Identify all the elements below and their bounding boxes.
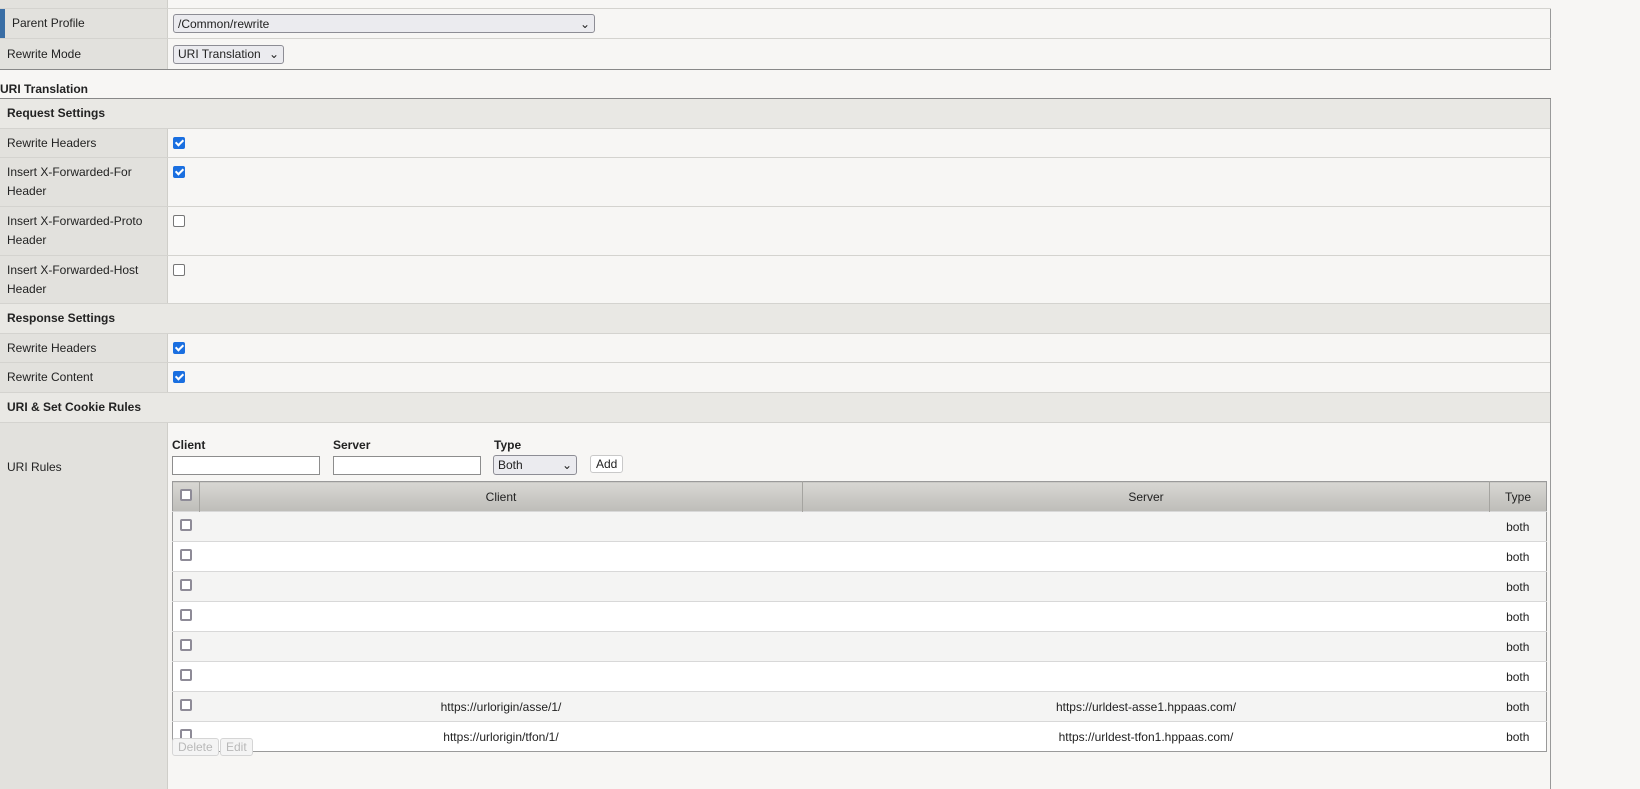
column-header-type[interactable]: Type: [1489, 481, 1547, 512]
request-settings-header: Request Settings: [0, 99, 1550, 129]
select-all-header: [172, 481, 200, 512]
client-cell: [199, 601, 803, 632]
setting-checkbox[interactable]: [173, 166, 185, 178]
type-cell: both: [1489, 601, 1547, 632]
client-field-label: Client: [172, 438, 206, 452]
client-cell: [199, 511, 803, 542]
setting-label: Rewrite Content: [0, 363, 168, 392]
table-row[interactable]: https://urlorigin/tfon/1/https://urldest…: [172, 721, 1547, 752]
rewrite-mode-select[interactable]: URI Translation ⌄: [173, 44, 284, 64]
table-row[interactable]: both: [172, 601, 1547, 632]
row-checkbox[interactable]: [180, 519, 193, 531]
setting-checkbox[interactable]: [173, 371, 185, 383]
table-row[interactable]: both: [172, 541, 1547, 572]
setting-checkbox[interactable]: [173, 342, 185, 354]
setting-label: Rewrite Headers: [0, 129, 168, 157]
rewrite-mode-value: URI Translation: [178, 47, 261, 61]
type-cell: both: [1489, 631, 1547, 662]
uri-rules-table: Client Server Type both both both both both b…: [172, 481, 1547, 752]
type-field-label: Type: [494, 438, 522, 452]
setting-label: Insert X-Forwarded-Proto Header: [0, 207, 168, 255]
server-input[interactable]: [333, 456, 481, 475]
parent-profile-select[interactable]: /Common/rewrite ⌄: [173, 14, 595, 33]
table-row[interactable]: both: [172, 631, 1547, 662]
chevron-down-icon: ⌄: [579, 16, 590, 31]
type-select[interactable]: Both ⌄: [493, 455, 577, 475]
row-select-cell: [172, 541, 200, 572]
server-cell: https://urldest-tfon1.hppaas.com/: [802, 721, 1490, 752]
chevron-down-icon: ⌄: [268, 47, 279, 61]
column-header-client[interactable]: Client: [199, 481, 803, 512]
server-field-label: Server: [333, 438, 371, 452]
setting-row: Insert X-Forwarded-For Header: [0, 158, 1550, 207]
setting-row: Insert X-Forwarded-Proto Header: [0, 207, 1550, 256]
row-checkbox[interactable]: [180, 609, 193, 621]
server-cell: [802, 661, 1490, 692]
client-input[interactable]: [172, 456, 320, 475]
setting-checkbox[interactable]: [173, 137, 185, 149]
setting-checkbox[interactable]: [173, 264, 185, 276]
setting-row: Rewrite Content: [0, 363, 1550, 393]
type-cell: both: [1489, 661, 1547, 692]
row-select-cell: [172, 631, 200, 662]
uri-rules-label: URI Rules: [0, 423, 168, 789]
type-cell: both: [1489, 691, 1547, 722]
table-row[interactable]: both: [172, 661, 1547, 692]
setting-row: Rewrite Headers: [0, 129, 1550, 158]
setting-row: Insert X-Forwarded-Host Header: [0, 256, 1550, 304]
client-cell: https://urlorigin/asse/1/: [199, 691, 803, 722]
type-cell: both: [1489, 511, 1547, 542]
row-checkbox[interactable]: [180, 639, 193, 651]
server-cell: [802, 541, 1490, 572]
row-select-cell: [172, 511, 200, 542]
setting-checkbox[interactable]: [173, 215, 185, 227]
client-cell: https://urlorigin/tfon/1/: [199, 721, 803, 752]
server-cell: [802, 571, 1490, 602]
type-cell: both: [1489, 541, 1547, 572]
client-cell: [199, 571, 803, 602]
edit-button[interactable]: Edit: [220, 738, 253, 756]
row-select-cell: [172, 661, 200, 692]
client-cell: [199, 541, 803, 572]
uri-cookie-rules-header: URI & Set Cookie Rules: [0, 393, 1550, 423]
server-cell: https://urldest-asse1.hppaas.com/: [802, 691, 1490, 722]
setting-label: Insert X-Forwarded-For Header: [0, 158, 168, 206]
add-button[interactable]: Add: [590, 455, 624, 473]
row-select-cell: [172, 571, 200, 602]
chevron-down-icon: ⌄: [561, 458, 572, 472]
server-cell: [802, 631, 1490, 662]
row-select-cell: [172, 601, 200, 632]
row-checkbox[interactable]: [180, 549, 193, 561]
row-checkbox[interactable]: [180, 579, 193, 591]
client-cell: [199, 631, 803, 662]
row-checkbox[interactable]: [180, 699, 193, 711]
type-value: Both: [498, 458, 523, 472]
row-select-cell: [172, 691, 200, 722]
setting-row: Rewrite Headers: [0, 334, 1550, 363]
setting-label: Insert X-Forwarded-Host Header: [0, 256, 168, 303]
row-checkbox[interactable]: [180, 669, 193, 681]
uri-translation-title: URI Translation: [0, 70, 1551, 99]
server-cell: [802, 601, 1490, 632]
server-cell: [802, 511, 1490, 542]
table-row[interactable]: both: [172, 571, 1547, 602]
response-settings-header: Response Settings: [0, 304, 1550, 334]
setting-label: Rewrite Headers: [0, 334, 168, 362]
client-cell: [199, 661, 803, 692]
type-cell: both: [1489, 721, 1547, 752]
rewrite-mode-label: Rewrite Mode: [0, 39, 168, 69]
delete-button[interactable]: Delete: [172, 738, 219, 756]
parent-profile-value: /Common/rewrite: [178, 16, 270, 31]
column-header-server[interactable]: Server: [802, 481, 1490, 512]
type-cell: both: [1489, 571, 1547, 602]
select-all-checkbox[interactable]: [180, 489, 192, 501]
table-row[interactable]: https://urlorigin/asse/1/https://urldest…: [172, 691, 1547, 722]
parent-profile-label: Parent Profile: [0, 9, 168, 38]
table-row[interactable]: both: [172, 511, 1547, 542]
